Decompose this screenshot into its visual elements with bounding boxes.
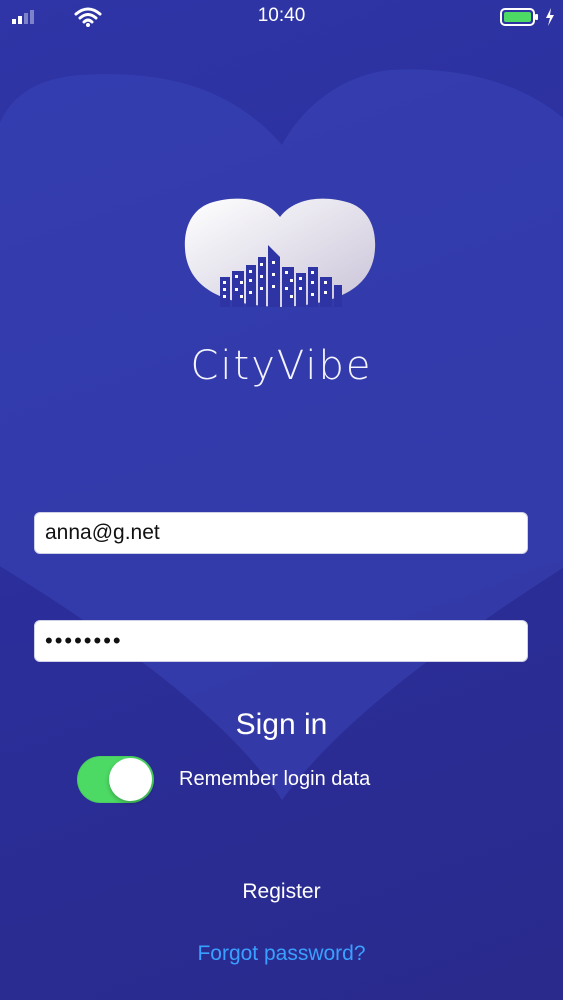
toggle-knob bbox=[109, 758, 152, 801]
app-title: CityVibe bbox=[190, 343, 373, 389]
password-field[interactable] bbox=[34, 620, 528, 662]
status-bar: 10:40 bbox=[0, 0, 563, 34]
email-field[interactable] bbox=[34, 512, 528, 554]
citvibe-logo-icon bbox=[184, 198, 376, 307]
forgot-password-link[interactable]: Forgot password? bbox=[0, 942, 563, 966]
charging-bolt-icon bbox=[546, 8, 554, 26]
sign-in-button[interactable]: Sign in bbox=[0, 708, 563, 742]
register-link[interactable]: Register bbox=[0, 880, 563, 904]
background-heart-shape bbox=[0, 69, 563, 800]
battery-icon bbox=[500, 8, 538, 26]
remember-login-label: Remember login data bbox=[179, 768, 371, 790]
remember-login-toggle[interactable] bbox=[77, 756, 154, 803]
status-time: 10:40 bbox=[257, 5, 306, 26]
